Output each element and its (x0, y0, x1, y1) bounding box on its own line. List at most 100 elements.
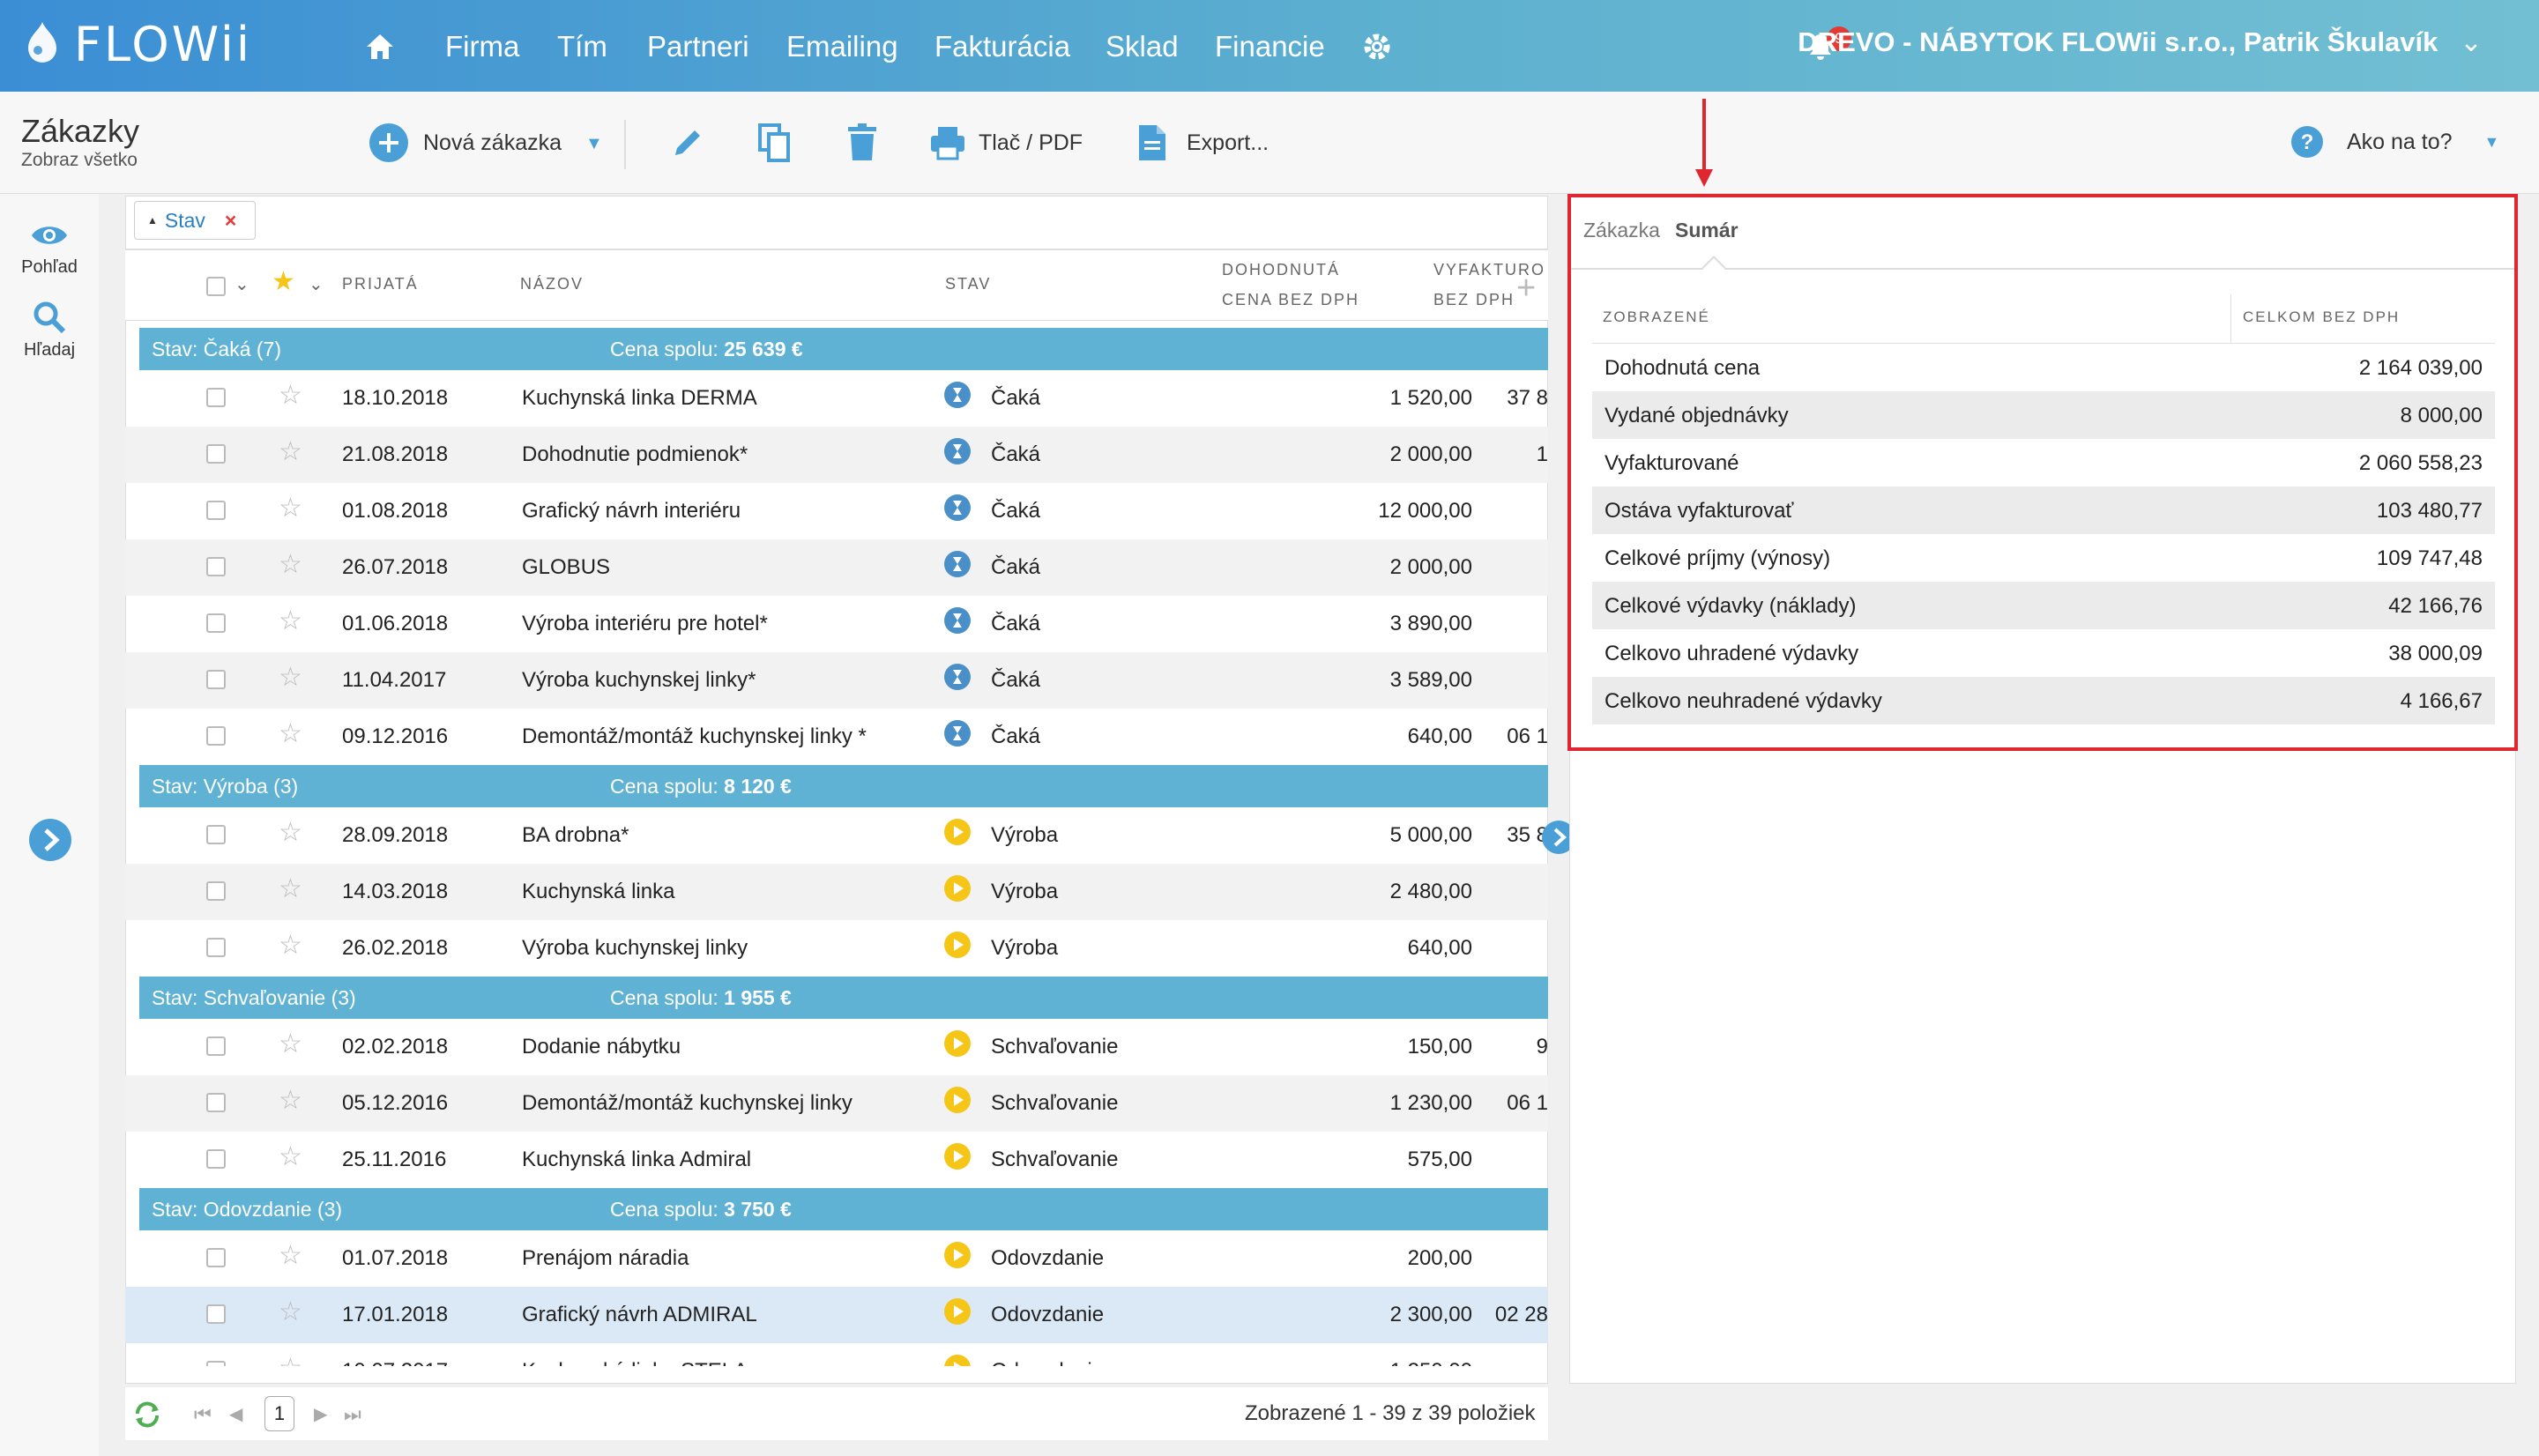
row-checkbox[interactable] (206, 1304, 226, 1324)
row-checkbox[interactable] (206, 825, 226, 844)
view-button[interactable]: Pohľad (0, 222, 99, 278)
home-icon[interactable] (365, 25, 395, 69)
star-icon[interactable]: ☆ (279, 495, 302, 522)
table-row[interactable]: ☆ 01.06.2018 Výroba interiéru pre hotel* Ča… (125, 596, 1548, 652)
nav-partneri[interactable]: Partneri (647, 25, 749, 69)
row-checkbox[interactable] (206, 726, 226, 746)
expand-rail-button[interactable] (28, 818, 72, 866)
nav-sklad[interactable]: Sklad (1106, 25, 1179, 69)
nav-firma[interactable]: Firma (445, 25, 519, 69)
print-pdf-button[interactable]: Tlač / PDF (929, 125, 1083, 160)
star-icon[interactable]: ☆ (279, 932, 302, 959)
table-row[interactable]: ☆ 21.08.2018 Dohodnutie podmienok* Čaká 2 00… (125, 427, 1548, 483)
star-icon[interactable]: ☆ (279, 439, 302, 465)
search-button[interactable]: Hľadaj (0, 300, 99, 360)
group-header[interactable]: Stav: Odovzdanie (3) Cena spolu: 3 750 € (139, 1188, 1548, 1230)
table-row[interactable]: ☆ 17.01.2018 Grafický návrh ADMIRAL Odovzda… (125, 1287, 1548, 1343)
next-page-icon[interactable]: ▶ (314, 1403, 327, 1425)
row-status: Čaká (991, 668, 1041, 692)
table-row[interactable]: ☆ 01.07.2018 Prenájom náradia Odovzdanie 200… (125, 1230, 1548, 1287)
col-agreed-line1[interactable]: DOHODNUTÁ (1222, 261, 1340, 279)
play-status-icon (943, 1142, 972, 1177)
star-icon[interactable]: ☆ (279, 1031, 302, 1058)
chevron-down-icon[interactable]: ⌄ (235, 273, 249, 295)
table-row[interactable]: ☆ 10.07.2017 Kuchynská linka STELA Odovzdan… (125, 1343, 1548, 1366)
remove-filter-icon[interactable]: × (225, 209, 236, 233)
row-checkbox[interactable] (206, 938, 226, 957)
edit-button[interactable] (670, 125, 705, 160)
nav-emailing[interactable]: Emailing (786, 25, 898, 69)
group-header[interactable]: Stav: Výroba (3) Cena spolu: 8 120 € (139, 765, 1548, 807)
table-row[interactable]: ☆ 14.03.2018 Kuchynská linka Výroba 2 480,00 (125, 864, 1548, 920)
col-status[interactable]: STAV (945, 275, 991, 293)
star-icon[interactable]: ☆ (279, 665, 302, 691)
group-label: Stav: Čaká (7) (152, 338, 281, 360)
chevron-down-icon[interactable]: ⌄ (309, 273, 324, 295)
copy-button[interactable] (756, 123, 792, 162)
row-checkbox[interactable] (206, 1248, 226, 1267)
delete-button[interactable] (846, 123, 878, 162)
star-icon[interactable]: ☆ (279, 1356, 302, 1367)
table-row[interactable]: ☆ 18.10.2018 Kuchynská linka DERMA Čaká 1 52… (125, 370, 1548, 427)
star-icon[interactable]: ☆ (279, 552, 302, 578)
flowii-logo[interactable]: FLOWii (19, 16, 252, 72)
select-all-checkbox[interactable] (206, 277, 226, 296)
row-invoiced: 8 35 (1507, 823, 1548, 847)
row-checkbox[interactable] (206, 1361, 226, 1366)
col-received[interactable]: PRIJATÁ (342, 275, 419, 293)
star-icon[interactable]: ☆ (279, 876, 302, 903)
col-name[interactable]: NÁZOV (520, 275, 584, 293)
table-row[interactable]: ☆ 25.11.2016 Kuchynská linka Admiral Schvaľ… (125, 1132, 1548, 1188)
page-subtitle[interactable]: Zobraz všetko (21, 150, 138, 171)
star-icon[interactable]: ☆ (279, 608, 302, 635)
last-page-icon[interactable]: ⏭ (344, 1403, 361, 1426)
table-row[interactable]: ☆ 09.12.2016 Demontáž/montáž kuchynskej li… (125, 709, 1548, 765)
row-checkbox[interactable] (206, 670, 226, 689)
prev-page-icon[interactable]: ◀ (229, 1403, 242, 1425)
star-filter-icon[interactable]: ★ (272, 266, 295, 297)
row-checkbox[interactable] (206, 1149, 226, 1169)
table-row[interactable]: ☆ 26.02.2018 Výroba kuchynskej linky Výroba… (125, 920, 1548, 977)
first-page-icon[interactable]: ⏮ (194, 1403, 212, 1426)
group-sum-label: Cena spolu: (610, 1198, 725, 1221)
current-page[interactable]: 1 (264, 1396, 294, 1431)
nav-fakturacia[interactable]: Fakturácia (934, 25, 1070, 69)
star-icon[interactable]: ☆ (279, 1088, 302, 1114)
export-button[interactable]: Export... (1137, 123, 1269, 162)
row-checkbox[interactable] (206, 1036, 226, 1056)
table-row[interactable]: ☆ 26.07.2018 GLOBUS Čaká 2 000,00 (125, 539, 1548, 596)
table-row[interactable]: ☆ 01.08.2018 Grafický návrh interiéru Čaká 1… (125, 483, 1548, 539)
star-icon[interactable]: ☆ (279, 383, 302, 409)
row-checkbox[interactable] (206, 1093, 226, 1112)
company-user-menu[interactable]: DREVO - NÁBYTOK FLOWii s.r.o., Patrik Šk… (1798, 26, 2483, 58)
star-icon[interactable]: ☆ (279, 820, 302, 846)
col-agreed-line2[interactable]: CENA BEZ DPH (1222, 291, 1359, 309)
row-checkbox[interactable] (206, 388, 226, 407)
filter-chip-stav[interactable]: ▲ Stav × (134, 201, 256, 240)
row-checkbox[interactable] (206, 557, 226, 576)
row-checkbox[interactable] (206, 613, 226, 633)
row-checkbox[interactable] (206, 444, 226, 464)
table-row[interactable]: ☆ 02.02.2018 Dodanie nábytku Schvaľovanie 15… (125, 1019, 1548, 1075)
group-header[interactable]: Stav: Čaká (7) Cena spolu: 25 639 € (139, 328, 1548, 370)
add-column-icon[interactable]: + (1516, 270, 1536, 308)
new-order-button[interactable]: Nová zákazka (369, 122, 562, 164)
nav-financie[interactable]: Financie (1215, 25, 1325, 69)
group-header[interactable]: Stav: Schvaľovanie (3) Cena spolu: 1 955 … (139, 977, 1548, 1019)
group-label: Stav: Výroba (3) (152, 775, 299, 798)
row-checkbox[interactable] (206, 881, 226, 901)
refresh-icon[interactable] (132, 1401, 162, 1432)
star-icon[interactable]: ☆ (279, 1144, 302, 1170)
new-order-dropdown[interactable]: ▼ (585, 130, 603, 157)
star-icon[interactable]: ☆ (279, 1243, 302, 1269)
table-row[interactable]: ☆ 11.04.2017 Výroba kuchynskej linky* Čaká 3… (125, 652, 1548, 709)
help-button[interactable]: ? Ako na to? ▼ (2290, 125, 2499, 159)
plus-circle-icon (369, 123, 408, 162)
star-icon[interactable]: ☆ (279, 1299, 302, 1326)
table-row[interactable]: ☆ 28.09.2018 BA drobna* Výroba 5 000,00 8 35 (125, 807, 1548, 864)
table-row[interactable]: ☆ 05.12.2016 Demontáž/montáž kuchynskej li… (125, 1075, 1548, 1132)
nav-tim[interactable]: Tím (557, 25, 607, 69)
row-checkbox[interactable] (206, 501, 226, 520)
gear-icon[interactable] (1361, 25, 1393, 69)
star-icon[interactable]: ☆ (279, 721, 302, 747)
